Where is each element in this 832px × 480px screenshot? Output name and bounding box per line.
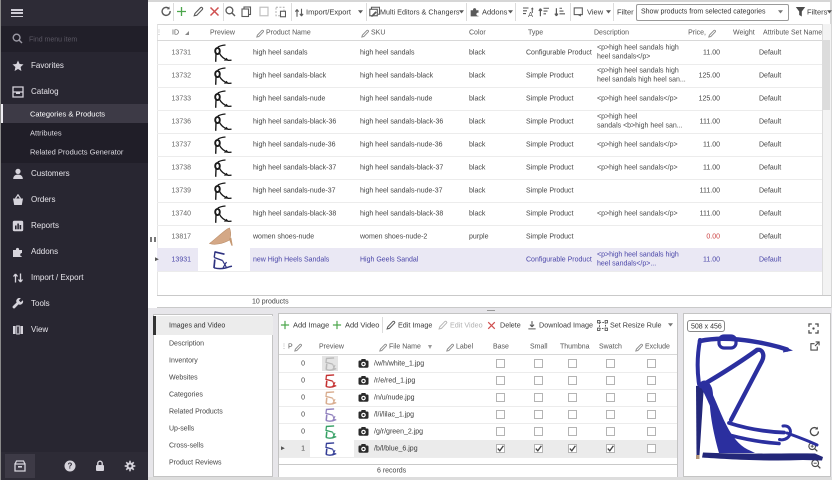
svg-text:?: ? [68,462,73,471]
